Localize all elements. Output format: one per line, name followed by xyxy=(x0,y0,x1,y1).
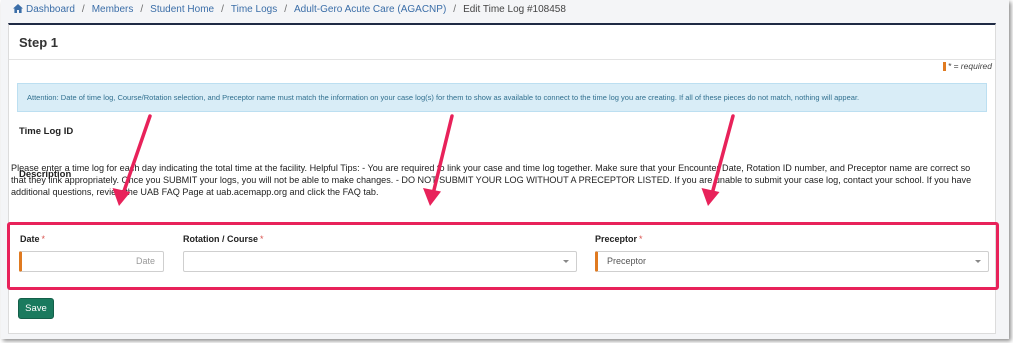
date-input[interactable]: Date xyxy=(19,251,164,272)
breadcrumb-dashboard[interactable]: Dashboard xyxy=(13,3,75,16)
required-star: * xyxy=(260,234,264,244)
date-label: Date * xyxy=(20,234,45,244)
breadcrumb-separator: / xyxy=(284,3,287,15)
preceptor-value: Preceptor xyxy=(607,256,647,266)
breadcrumb-separator: / xyxy=(140,3,144,15)
breadcrumb-current: Edit Time Log #108458 xyxy=(463,3,566,15)
page-frame: Dashboard / Members / Student Home / Tim… xyxy=(1,0,1009,339)
preceptor-select[interactable]: Preceptor xyxy=(595,251,989,272)
highlighted-form-fields: Date * Date Rotation / Course * Preceptor *… xyxy=(7,222,999,290)
rotation-course-label: Rotation / Course * xyxy=(183,234,264,244)
breadcrumb-time-logs[interactable]: Time Logs xyxy=(231,3,277,16)
required-legend: * = required xyxy=(942,61,992,71)
date-label-text: Date xyxy=(20,234,40,244)
preceptor-label-text: Preceptor xyxy=(595,234,638,244)
required-star: * xyxy=(41,234,46,244)
breadcrumb-label: Dashboard xyxy=(26,3,75,15)
breadcrumb-members[interactable]: Members xyxy=(92,3,134,16)
rotation-course-select[interactable] xyxy=(183,251,577,272)
home-icon xyxy=(13,3,23,13)
breadcrumb-course[interactable]: Adult-Gero Acute Care (AGACNP) xyxy=(294,3,446,16)
time-log-id-label: Time Log ID xyxy=(19,126,74,137)
save-button[interactable]: Save xyxy=(18,298,54,319)
chevron-down-icon xyxy=(975,260,981,263)
divider xyxy=(9,59,995,60)
required-legend-text: * = required xyxy=(947,61,992,71)
attention-alert: Attention: Date of time log, Course/Rota… xyxy=(17,83,987,112)
breadcrumb-student-home[interactable]: Student Home xyxy=(150,3,214,16)
required-star: * xyxy=(639,234,643,244)
description-text: Please enter a time log for each day ind… xyxy=(11,163,972,197)
breadcrumb-separator: / xyxy=(221,3,224,15)
step-title: Step 1 xyxy=(19,35,59,50)
preceptor-label: Preceptor * xyxy=(595,234,643,244)
rotation-course-label-text: Rotation / Course xyxy=(183,234,259,244)
breadcrumb-separator: / xyxy=(81,3,85,15)
breadcrumb-separator: / xyxy=(453,3,457,15)
required-marker xyxy=(942,61,946,71)
breadcrumb: Dashboard / Members / Student Home / Tim… xyxy=(13,2,566,16)
chevron-down-icon xyxy=(563,260,569,263)
